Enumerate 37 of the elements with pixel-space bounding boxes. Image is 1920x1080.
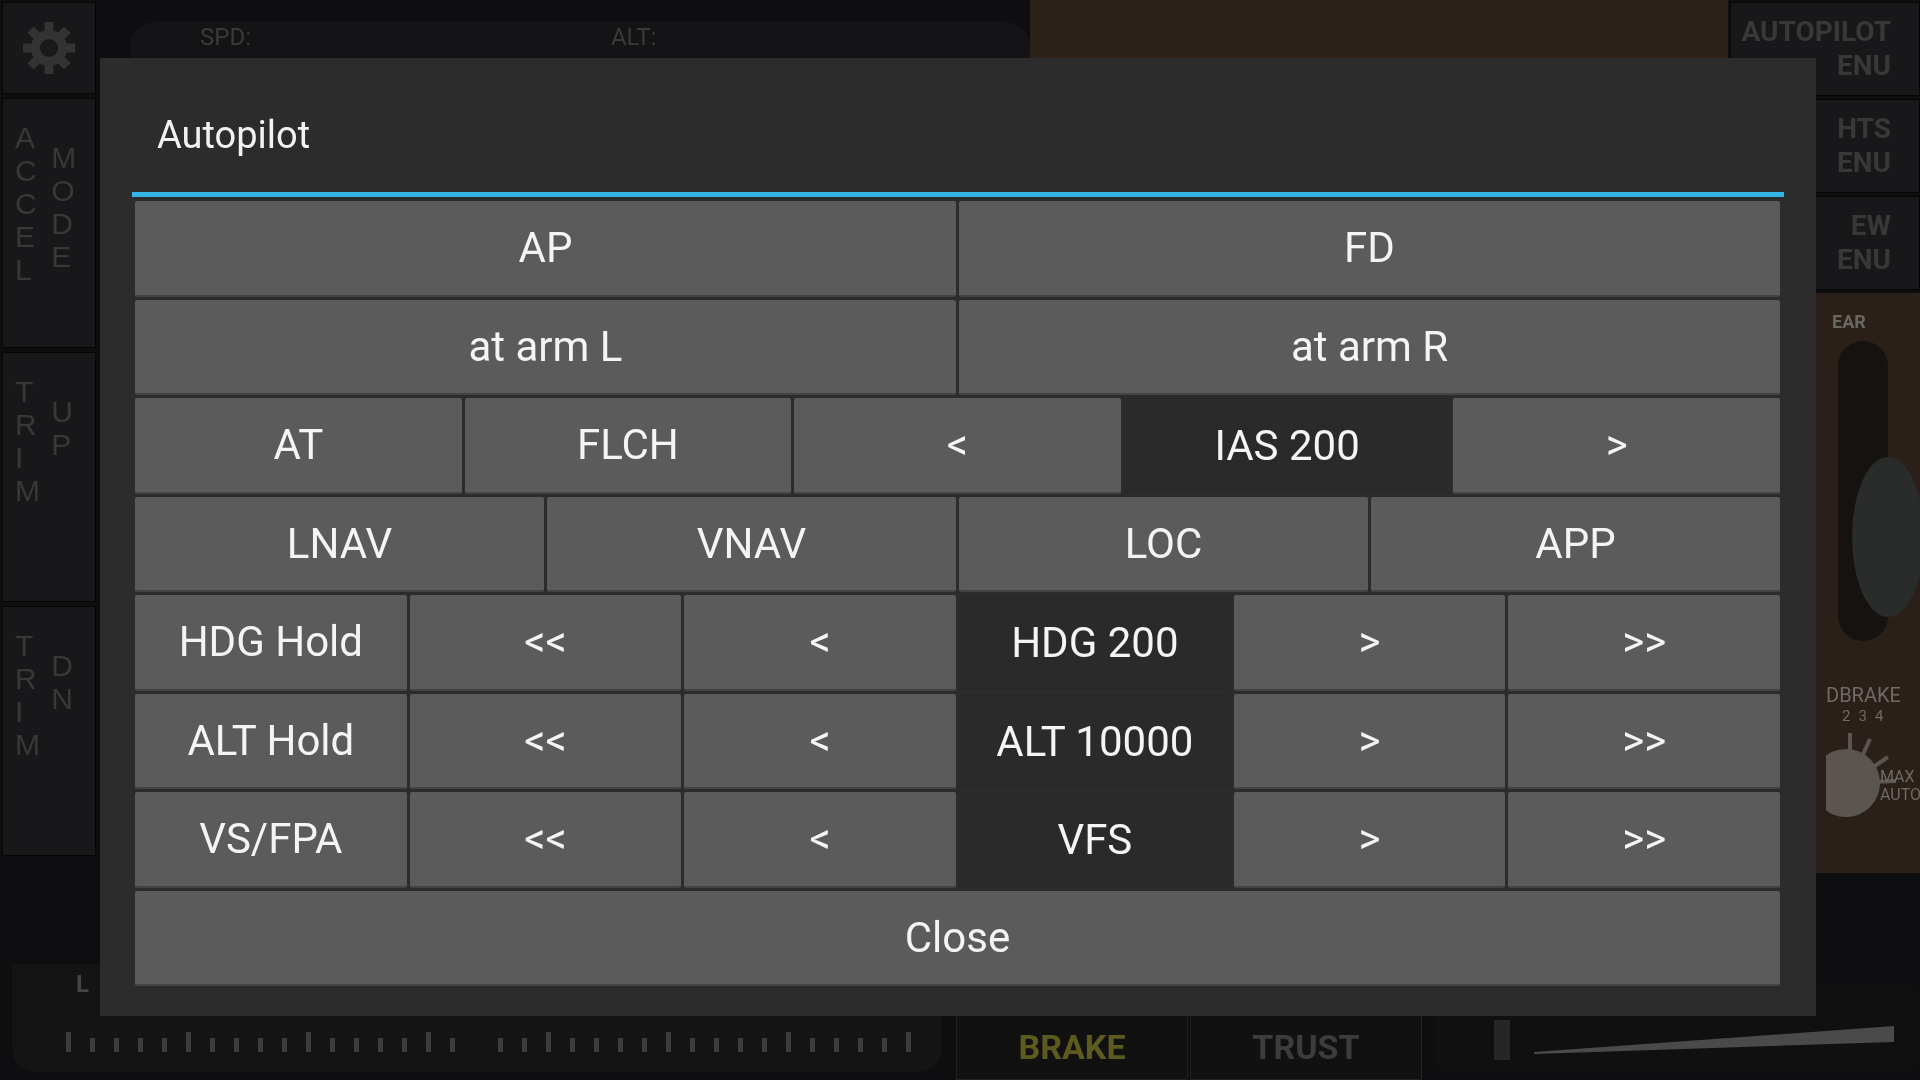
close-button[interactable]: Close (135, 890, 1780, 986)
mode-button[interactable]: > (1233, 693, 1506, 789)
mode-button[interactable]: < (684, 792, 956, 888)
mode-button[interactable]: FLCH (464, 398, 792, 494)
detent-label: 2 (1842, 707, 1851, 725)
mode-button[interactable]: HDG Hold (135, 595, 407, 691)
gear-label: EAR (1832, 311, 1866, 332)
mode-button[interactable]: AP (135, 201, 956, 297)
max-label: MAX (1880, 768, 1916, 786)
speedbrake-label: DBRAKE (1826, 683, 1902, 707)
mode-button[interactable]: LOC (959, 496, 1368, 592)
mode-button[interactable]: ALT Hold (135, 693, 407, 789)
auto-label: AUTO (1880, 786, 1920, 804)
mode-button[interactable]: VS/FPA (135, 792, 407, 888)
mode-button[interactable]: FD (959, 201, 1780, 297)
detent-label: 4 (1874, 707, 1884, 725)
mode-button[interactable]: APP (1371, 496, 1780, 592)
mode-button[interactable]: < (684, 693, 956, 789)
mode-button[interactable]: at arm R (959, 299, 1780, 395)
dialog-title: Autopilot (156, 112, 312, 159)
mode-button[interactable]: < (684, 595, 956, 691)
mode-button[interactable]: << (409, 693, 682, 789)
mode-button[interactable]: LNAV (135, 496, 544, 592)
mode-button[interactable]: VNAV (547, 496, 956, 592)
detent-label: 3 (1858, 707, 1867, 725)
mode-button[interactable]: << (409, 595, 682, 691)
mode-button[interactable]: >> (1508, 792, 1781, 888)
mode-button[interactable]: >> (1508, 595, 1781, 691)
mode-button[interactable]: << (409, 792, 682, 888)
mode-button[interactable]: > (1453, 398, 1780, 494)
mode-button[interactable]: > (1233, 595, 1506, 691)
mode-button[interactable]: < (794, 398, 1121, 494)
mode-button[interactable]: at arm L (135, 299, 956, 395)
mode-button[interactable]: AT (135, 398, 462, 494)
settings-button[interactable] (2, 2, 96, 94)
mode-button[interactable]: >> (1508, 693, 1781, 789)
mode-button[interactable]: > (1233, 792, 1506, 888)
